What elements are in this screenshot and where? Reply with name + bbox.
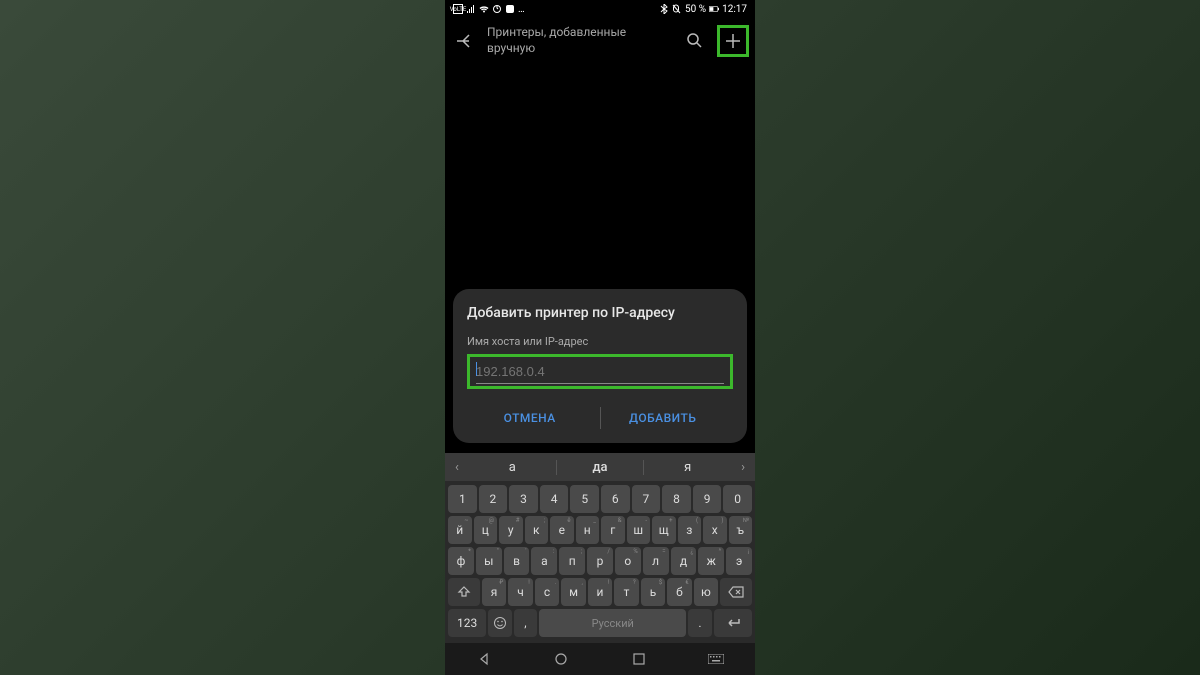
key-л[interactable]: л=: [643, 547, 669, 575]
phone-frame: VoLTE … 50 %: [445, 0, 755, 675]
key-enter[interactable]: [714, 609, 752, 637]
key-э[interactable]: э¡: [726, 547, 752, 575]
key-6[interactable]: 6: [601, 485, 630, 513]
key-ч[interactable]: ч!: [508, 578, 532, 606]
key-ш[interactable]: ш-: [627, 516, 651, 544]
more-icon: …: [518, 4, 525, 15]
key-3[interactable]: 3: [509, 485, 538, 513]
key-5[interactable]: 5: [570, 485, 599, 513]
keyboard-suggestions: ‹ а да я ›: [445, 453, 755, 481]
key-з[interactable]: з(: [678, 516, 702, 544]
key-ъ[interactable]: ъ№: [729, 516, 753, 544]
key-г[interactable]: г&: [601, 516, 625, 544]
key-б[interactable]: б€: [667, 578, 691, 606]
nav-home[interactable]: [536, 652, 586, 666]
key-numeric[interactable]: 123: [448, 609, 486, 637]
add-button[interactable]: [717, 25, 749, 57]
mute-icon: [672, 4, 682, 14]
ip-input-highlight: [467, 354, 733, 389]
key-ы[interactable]: ы": [476, 547, 502, 575]
key-р[interactable]: р/: [587, 547, 613, 575]
nav-back[interactable]: [459, 652, 509, 666]
key-м[interactable]: м,: [561, 578, 585, 606]
suggestion-3[interactable]: я: [644, 460, 731, 475]
dialog-title: Добавить принтер по IP-адресу: [467, 305, 733, 321]
key-ю[interactable]: ю: [694, 578, 718, 606]
search-button[interactable]: [681, 27, 709, 55]
key-ж[interactable]: ж^: [698, 547, 724, 575]
signal-icon: [466, 4, 476, 14]
key-й[interactable]: й~: [448, 516, 472, 544]
key-е[interactable]: её: [550, 516, 574, 544]
add-printer-dialog: Добавить принтер по IP-адресу Имя хоста …: [453, 289, 747, 443]
key-и[interactable]: и!: [588, 578, 612, 606]
key-7[interactable]: 7: [632, 485, 661, 513]
navigation-bar: [445, 643, 755, 675]
key-period[interactable]: .: [688, 609, 712, 637]
key-щ[interactable]: щ+: [652, 516, 676, 544]
viber-icon: [505, 4, 515, 14]
key-ь[interactable]: ь$: [641, 578, 665, 606]
app-header: Принтеры, добавленные вручную: [445, 18, 755, 64]
key-8[interactable]: 8: [662, 485, 691, 513]
key-ц[interactable]: ц@: [474, 516, 498, 544]
key-у[interactable]: у#: [499, 516, 523, 544]
suggestion-expand[interactable]: ‹: [445, 460, 469, 475]
key-в[interactable]: в': [504, 547, 530, 575]
confirm-button[interactable]: ДОБАВИТЬ: [609, 403, 716, 433]
key-1[interactable]: 1: [448, 485, 477, 513]
keyboard: 1234567890 й~ц@у#к;еён_г&ш-щ+з(х)ъ№ ф*ы"…: [445, 481, 755, 643]
key-о[interactable]: о%: [615, 547, 641, 575]
key-comma[interactable]: ,: [514, 609, 538, 637]
volte-icon: VoLTE: [453, 4, 463, 14]
key-д[interactable]: д¿: [671, 547, 697, 575]
back-button[interactable]: [451, 27, 479, 55]
key-2[interactable]: 2: [479, 485, 508, 513]
sync-icon: [492, 4, 502, 14]
key-emoji[interactable]: [488, 609, 512, 637]
status-time: 12:17: [722, 4, 747, 15]
key-ф[interactable]: ф*: [448, 547, 474, 575]
suggestion-2[interactable]: да: [556, 460, 645, 475]
bluetooth-icon: [659, 4, 669, 14]
suggestion-1[interactable]: а: [469, 460, 556, 475]
key-0[interactable]: 0: [723, 485, 752, 513]
key-а[interactable]: а:: [531, 547, 557, 575]
text-cursor: [476, 362, 477, 376]
nav-recent[interactable]: [614, 653, 664, 665]
nav-keyboard-toggle[interactable]: [691, 654, 741, 664]
key-х[interactable]: х): [703, 516, 727, 544]
content-area: Добавить принтер по IP-адресу Имя хоста …: [445, 64, 755, 453]
suggestion-more[interactable]: ›: [731, 460, 755, 475]
dialog-field-label: Имя хоста или IP-адрес: [467, 335, 733, 348]
key-н[interactable]: н_: [576, 516, 600, 544]
battery-percent: 50 %: [685, 4, 706, 15]
key-space[interactable]: Русский: [539, 609, 686, 637]
ip-address-input[interactable]: [476, 362, 724, 384]
key-9[interactable]: 9: [693, 485, 722, 513]
cancel-button[interactable]: ОТМЕНА: [484, 403, 576, 433]
key-backspace[interactable]: [720, 578, 752, 606]
key-п[interactable]: п;: [559, 547, 585, 575]
key-4[interactable]: 4: [540, 485, 569, 513]
key-к[interactable]: к;: [525, 516, 549, 544]
key-я[interactable]: я₽: [482, 578, 506, 606]
battery-icon: [709, 4, 719, 14]
wifi-icon: [479, 4, 489, 14]
key-с[interactable]: с.: [535, 578, 559, 606]
key-т[interactable]: т?: [614, 578, 638, 606]
page-title: Принтеры, добавленные вручную: [487, 25, 673, 56]
key-shift[interactable]: [448, 578, 480, 606]
status-bar: VoLTE … 50 %: [445, 0, 755, 18]
